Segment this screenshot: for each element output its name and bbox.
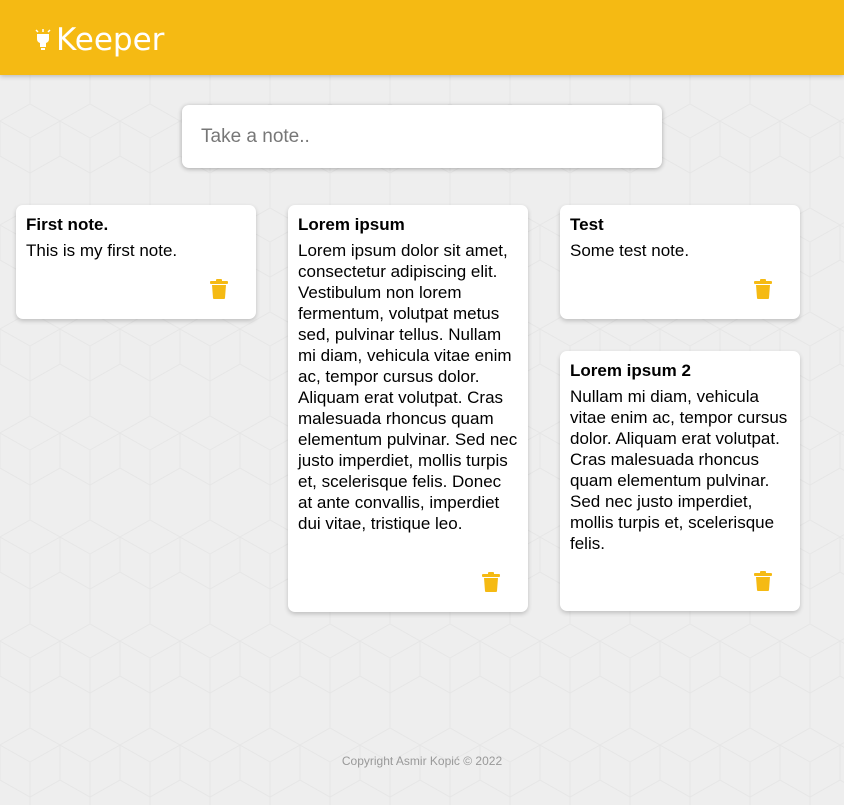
- footer: Copyright Asmir Kopić © 2022: [0, 754, 844, 768]
- trash-icon[interactable]: [754, 279, 772, 299]
- note-title: Lorem ipsum 2: [570, 361, 691, 380]
- note-content: Nullam mi diam, vehicula vitae enim ac, …: [570, 387, 788, 553]
- lightbulb-icon: [35, 29, 51, 50]
- note-card: Lorem ipsum 2 Nullam mi diam, vehicula v…: [560, 351, 800, 611]
- note-content: Some test note.: [570, 241, 690, 260]
- note-title: Test: [570, 215, 604, 234]
- note-input[interactable]: [182, 105, 662, 168]
- trash-icon[interactable]: [754, 571, 772, 591]
- note-card: First note. This is my first note.: [16, 205, 256, 319]
- create-note-form: [182, 105, 662, 168]
- note-content: Lorem ipsum dolor sit amet, consectetur …: [298, 241, 518, 533]
- note-card: Lorem ipsum Lorem ipsum dolor sit amet, …: [288, 205, 528, 612]
- app-header: Keeper: [0, 0, 844, 75]
- note-card: Test Some test note.: [560, 205, 800, 319]
- copyright-text: Copyright Asmir Kopić © 2022: [341, 754, 503, 768]
- note-title: Lorem ipsum: [298, 215, 405, 234]
- trash-icon[interactable]: [482, 572, 500, 592]
- app-title: Keeper: [56, 22, 165, 58]
- note-content: This is my first note.: [26, 241, 178, 260]
- brand: Keeper: [34, 20, 164, 60]
- note-title: First note.: [26, 215, 109, 234]
- trash-icon[interactable]: [210, 279, 228, 299]
